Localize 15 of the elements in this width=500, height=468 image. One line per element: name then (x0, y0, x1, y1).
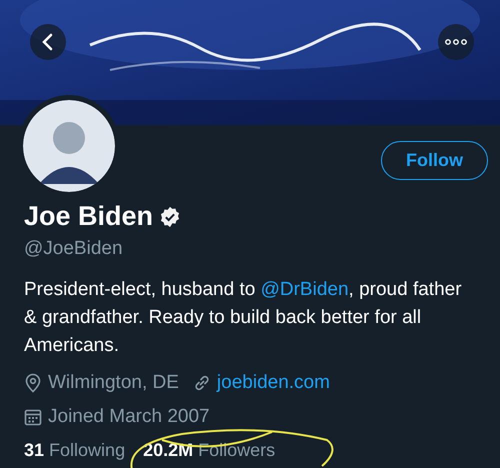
profile-bio: President-elect, husband to @DrBiden, proud father & grandfather. Ready to build back better for all Americans. (24, 278, 463, 358)
mention-link[interactable]: @DrBiden (260, 279, 349, 300)
more-icon (445, 39, 467, 45)
calendar-icon (24, 408, 42, 426)
chevron-left-icon (41, 33, 55, 51)
profile-name: Joe Biden (24, 201, 154, 232)
stat-link[interactable]: 31 Following (24, 440, 126, 461)
person-silhouette-icon (23, 100, 115, 192)
location-text: Wilmington, DE (48, 372, 179, 394)
link-icon (192, 374, 211, 392)
follow-button[interactable]: Follow (381, 141, 488, 180)
location-pin-icon (24, 373, 42, 393)
joined-date: Joined March 2007 (48, 406, 210, 428)
profile-handle: @JoeBiden (24, 238, 124, 260)
website-link[interactable]: joebiden.com (216, 372, 330, 394)
